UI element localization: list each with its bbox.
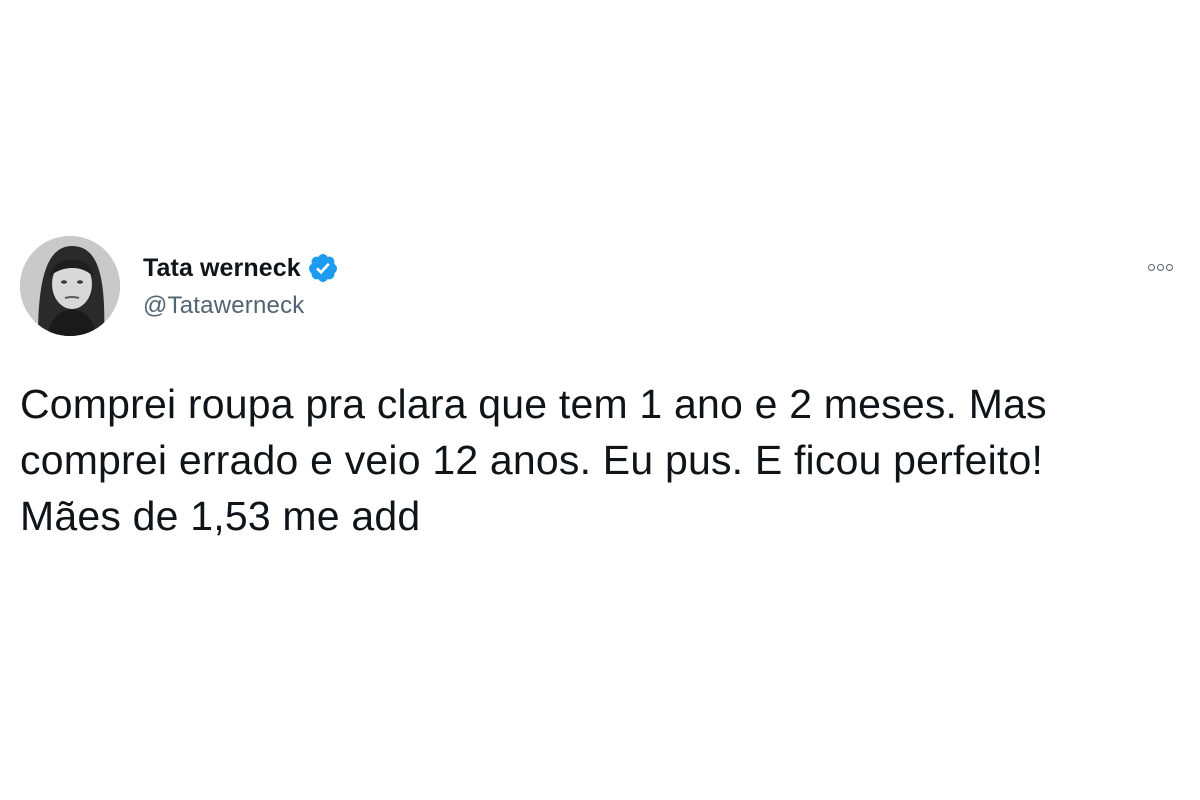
display-name[interactable]: Tata werneck — [143, 254, 301, 283]
more-dot — [1156, 263, 1164, 271]
tweet-text-line: Comprei roupa pra clara que tem 1 ano e … — [20, 381, 1047, 427]
more-dot — [1165, 263, 1173, 271]
author-identity[interactable]: Tata werneck @Tatawerneck — [143, 250, 339, 320]
tweet-card[interactable]: Tata werneck @Tatawerneck Comprei roupa … — [20, 236, 1180, 539]
tweet-text-line: Mães de 1,53 me add — [20, 493, 421, 539]
tweet-screenshot: Tata werneck @Tatawerneck Comprei roupa … — [0, 0, 1200, 800]
tweet-text: Comprei roupa pra clara que tem 1 ano e … — [20, 376, 1180, 544]
tweet-header: Tata werneck @Tatawerneck — [20, 236, 1180, 338]
profile-photo — [20, 236, 120, 336]
verified-badge-icon — [307, 252, 339, 284]
more-dot — [1147, 263, 1155, 271]
avatar[interactable] — [20, 236, 120, 336]
user-handle[interactable]: @Tatawerneck — [143, 292, 339, 320]
more-options-icon[interactable] — [1140, 254, 1180, 280]
name-row: Tata werneck — [143, 250, 339, 286]
tweet-text-line: comprei errado e veio 12 anos. Eu pus. E… — [20, 437, 1044, 483]
